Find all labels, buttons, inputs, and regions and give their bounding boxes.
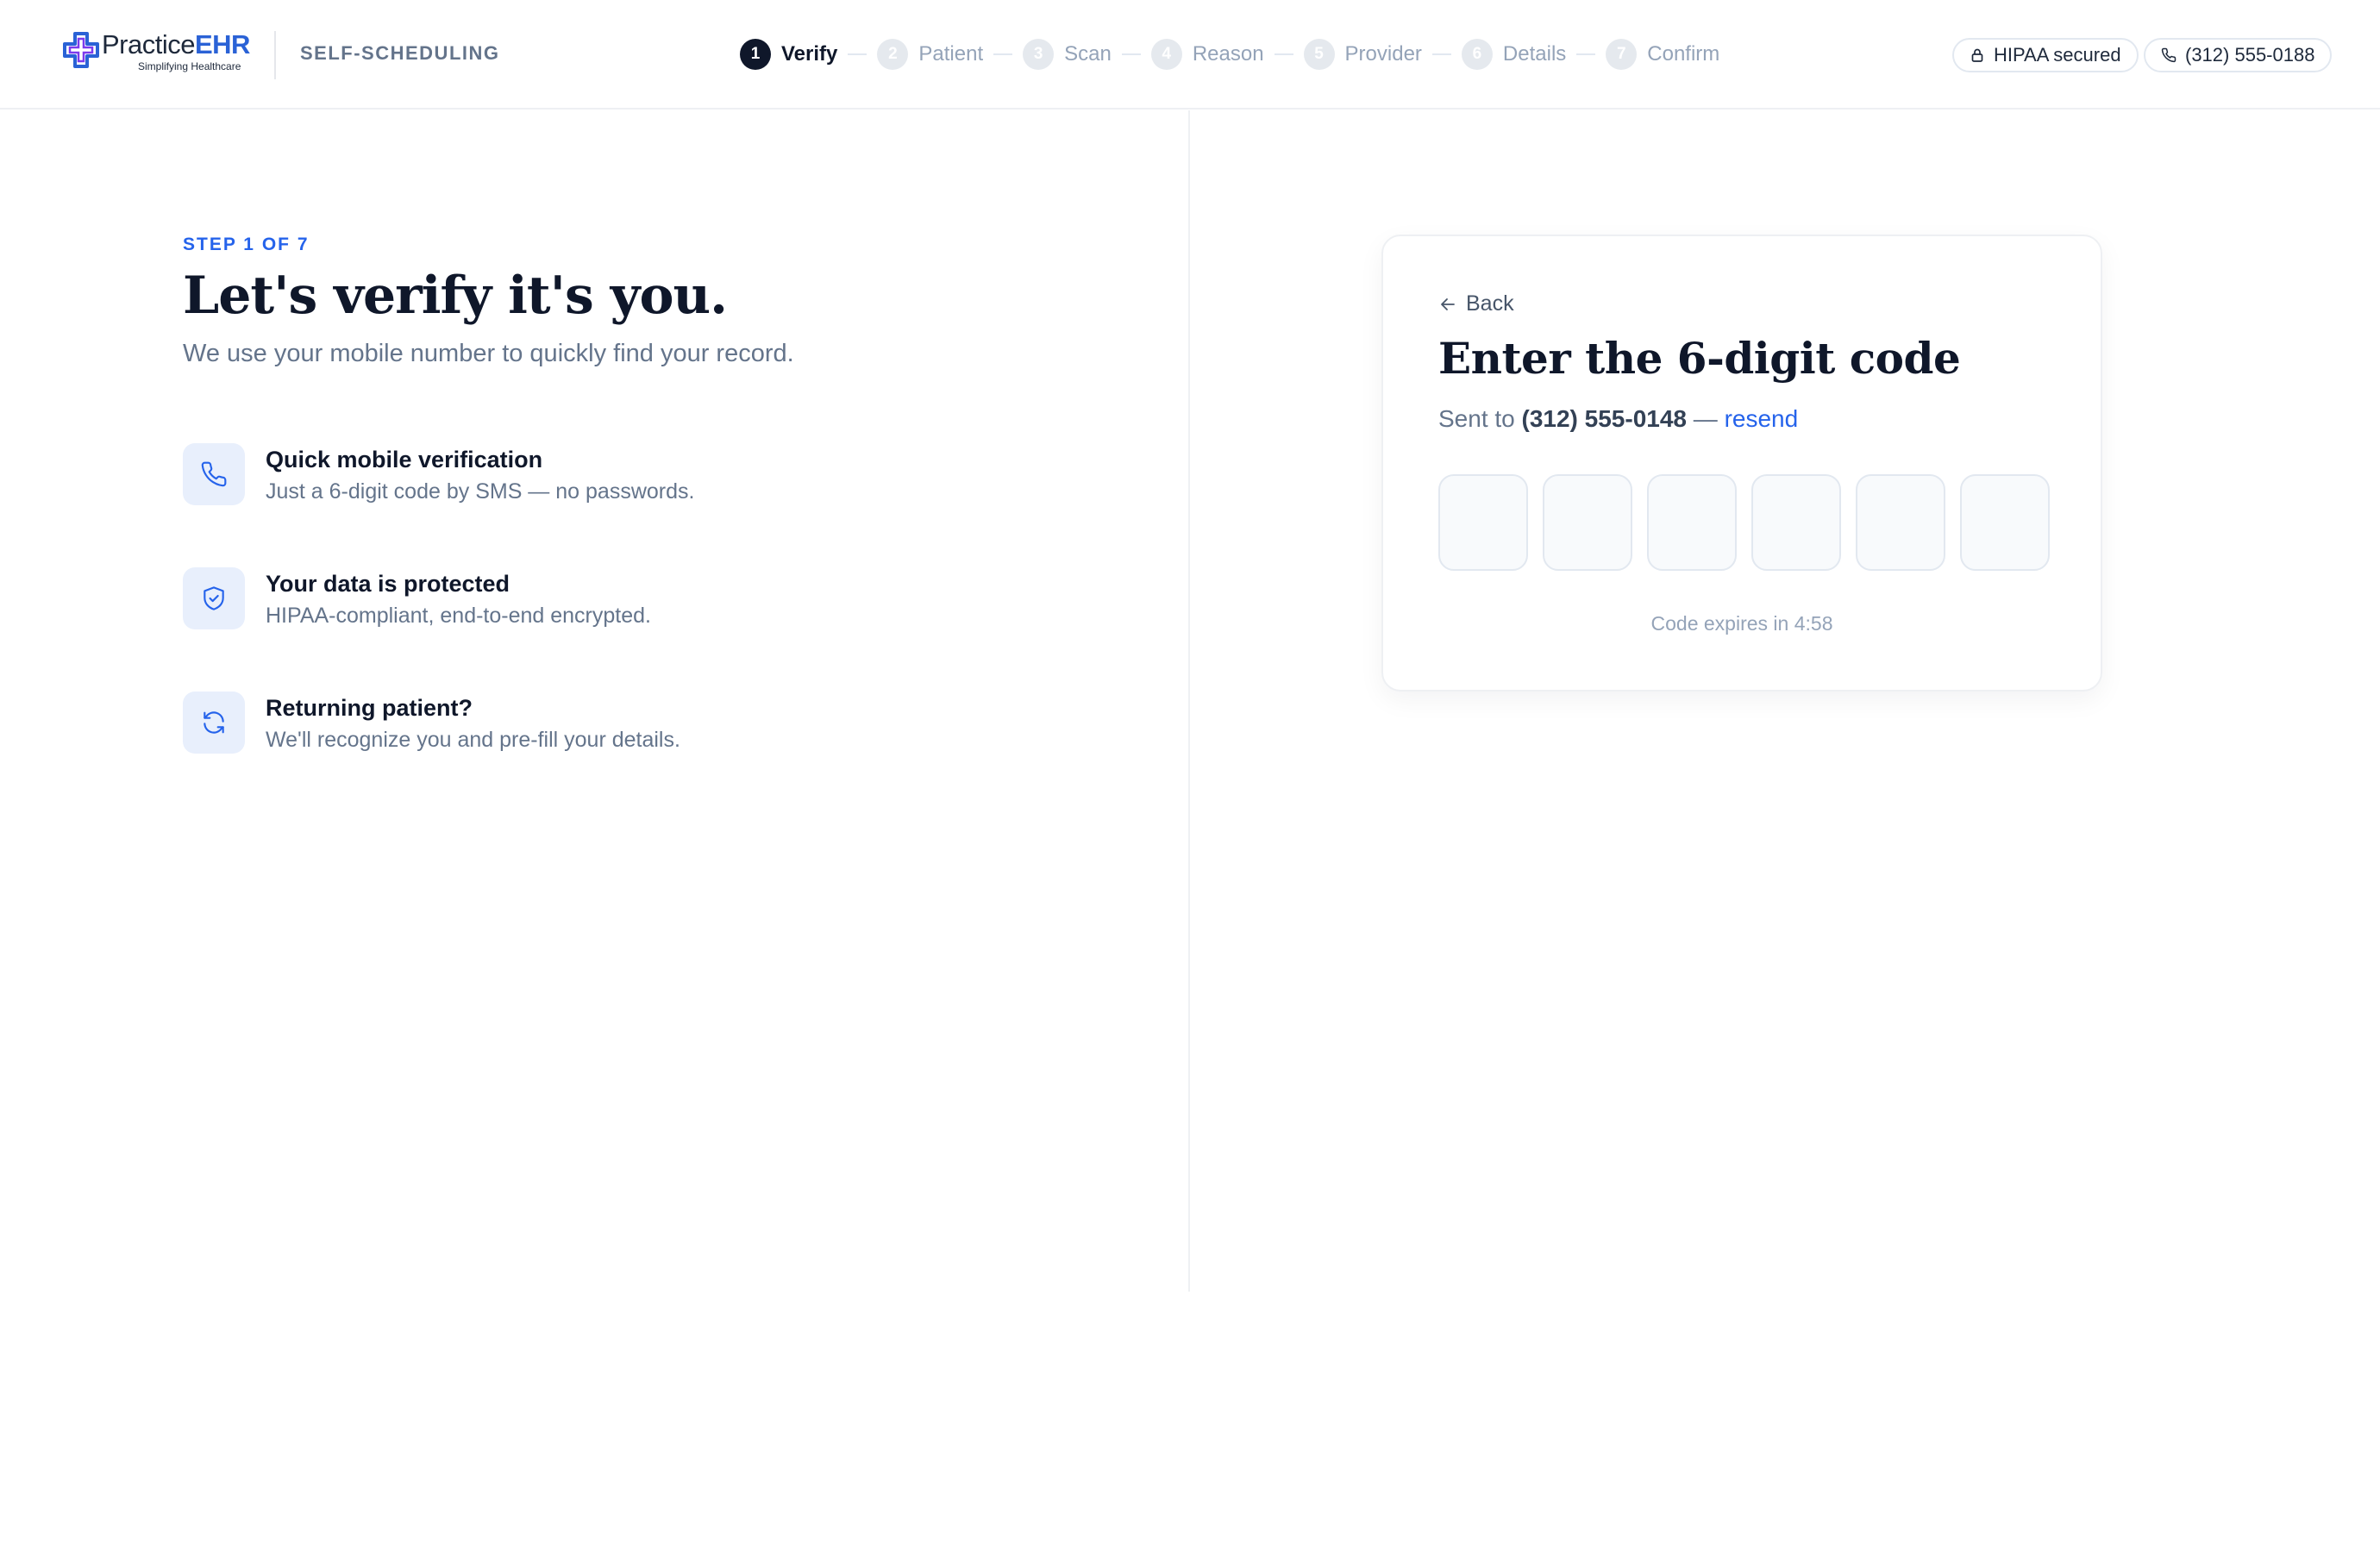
feature-returning-patient: Returning patient? We'll recognize you a… [183, 692, 959, 755]
otp-card: Back Enter the 6-digit code Sent to (312… [1381, 235, 2102, 692]
sent-to-text: Sent to (312) 555-0148 — resend [1438, 405, 1798, 433]
step-label: Details [1502, 42, 1567, 66]
step-connector [1274, 53, 1293, 55]
support-phone-label: (312) 555-0188 [2185, 44, 2315, 66]
top-header: PracticeEHR Simplifying Healthcare SELF-… [0, 0, 2380, 110]
hipaa-label: HIPAA secured [1994, 44, 2121, 66]
column-divider [1188, 110, 1190, 1292]
page-title: Let's verify it's you. [183, 266, 728, 326]
step-reason[interactable]: 4 Reason [1150, 39, 1264, 70]
step-number: 4 [1150, 39, 1182, 70]
step-connector [1121, 53, 1141, 55]
step-number: 5 [1303, 39, 1335, 70]
step-connector [1576, 53, 1596, 55]
feature-title: Your data is protected [266, 571, 510, 597]
feature-description: Just a 6-digit code by SMS — no password… [266, 479, 695, 504]
feature-title: Returning patient? [266, 695, 473, 721]
practiceehr-logo[interactable]: PracticeEHR Simplifying Healthcare [62, 31, 250, 79]
step-provider[interactable]: 5 Provider [1303, 39, 1422, 70]
step-number: 3 [1023, 39, 1055, 70]
feature-icon-tile [183, 443, 245, 505]
otp-digit-2[interactable] [1543, 474, 1632, 571]
feature-data-protected: Your data is protected HIPAA-compliant, … [183, 567, 959, 631]
step-connector [848, 53, 867, 55]
step-label: Patient [918, 42, 984, 66]
feature-icon-tile [183, 567, 245, 629]
step-number: 6 [1461, 39, 1493, 70]
back-label: Back [1466, 291, 1514, 316]
otp-digit-6[interactable] [1960, 474, 2050, 571]
otp-digit-3[interactable] [1647, 474, 1737, 571]
step-label: Provider [1344, 42, 1422, 66]
page-subtitle: We use your mobile number to quickly fin… [183, 340, 794, 367]
sent-separator: — [1687, 405, 1725, 432]
medical-cross-logo-icon [63, 32, 99, 68]
step-label: Confirm [1647, 42, 1720, 66]
header-divider [274, 31, 276, 79]
otp-digit-4[interactable] [1751, 474, 1841, 571]
step-confirm[interactable]: 7 Confirm [1606, 39, 1719, 70]
progress-stepper: 1 Verify 2 Patient 3 Scan 4 Reason 5 Pro… [740, 38, 1719, 71]
back-button[interactable]: Back [1438, 291, 1514, 316]
step-details[interactable]: 6 Details [1461, 39, 1567, 70]
feature-quick-verification: Quick mobile verification Just a 6-digit… [183, 443, 959, 507]
feature-icon-tile [183, 692, 245, 754]
step-scan[interactable]: 3 Scan [1023, 39, 1112, 70]
phone-icon [201, 461, 227, 487]
step-label: Scan [1064, 42, 1112, 66]
feature-description: HIPAA-compliant, end-to-end encrypted. [266, 604, 651, 628]
logo-practice-text: Practice [102, 29, 195, 59]
feature-title: Quick mobile verification [266, 447, 543, 472]
step-connector [1431, 53, 1451, 55]
sent-phone-number: (312) 555-0148 [1521, 405, 1687, 432]
logo-wordmark: PracticeEHR [102, 31, 250, 58]
step-connector [993, 53, 1013, 55]
logo-tagline: Simplifying Healthcare [138, 60, 241, 72]
code-expiry-timer: Code expires in 4:58 [1650, 612, 1833, 635]
step-label: Verify [781, 42, 838, 66]
resend-link[interactable]: resend [1725, 405, 1799, 432]
step-patient[interactable]: 2 Patient [877, 39, 983, 70]
step-kicker: STEP 1 OF 7 [183, 235, 310, 254]
sent-prefix: Sent to [1438, 405, 1522, 432]
lock-icon [1971, 48, 1983, 62]
hipaa-secured-badge: HIPAA secured [1952, 38, 2139, 72]
arrow-left-icon [1441, 297, 1455, 310]
section-label: SELF-SCHEDULING [300, 42, 500, 64]
feature-description: We'll recognize you and pre-fill your de… [266, 728, 680, 752]
shield-check-icon [204, 586, 224, 610]
otp-digit-1[interactable] [1438, 474, 1528, 571]
support-phone-button[interactable]: (312) 555-0188 [2144, 38, 2333, 72]
step-label: Reason [1192, 42, 1264, 66]
logo-ehr-text: EHR [194, 29, 250, 59]
otp-digit-5[interactable] [1856, 474, 1945, 571]
phone-icon [2161, 47, 2176, 63]
step-number: 2 [877, 39, 909, 70]
step-number: 7 [1606, 39, 1638, 70]
otp-input-group [1438, 474, 2050, 571]
refresh-icon [204, 711, 224, 734]
step-verify[interactable]: 1 Verify [740, 39, 837, 70]
card-title: Enter the 6-digit code [1438, 333, 1961, 384]
step-number: 1 [740, 39, 771, 70]
